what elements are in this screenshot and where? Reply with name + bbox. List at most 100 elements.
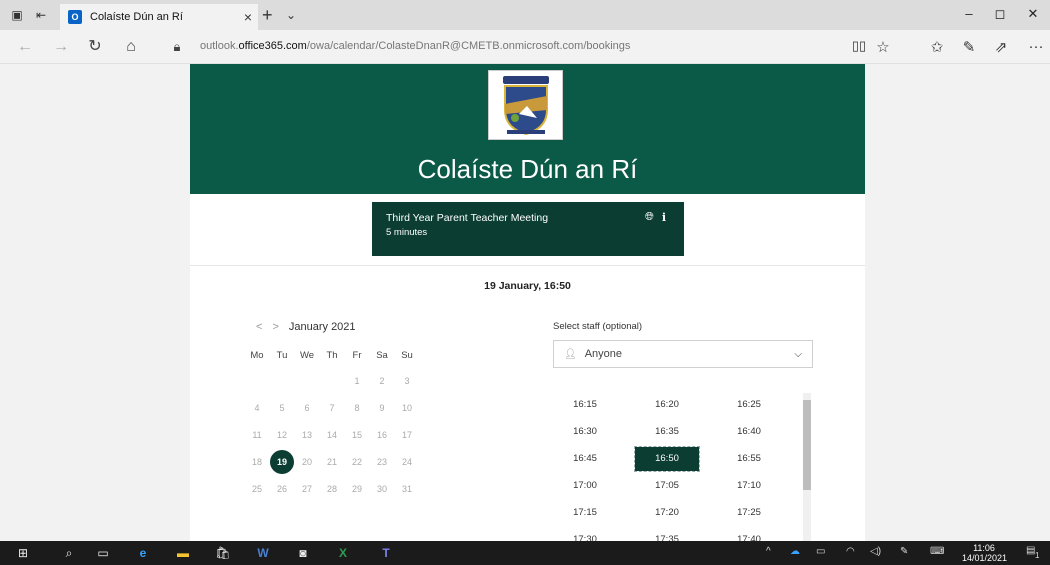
forward-icon[interactable]: → bbox=[50, 38, 72, 56]
time-slot[interactable]: 16:20 bbox=[635, 393, 699, 417]
time-slot[interactable]: 16:40 bbox=[717, 420, 781, 444]
calendar-day[interactable]: 11 bbox=[245, 423, 269, 447]
windows-start-icon[interactable]: ⊞ bbox=[12, 544, 34, 562]
time-slot[interactable]: 16:55 bbox=[717, 447, 781, 471]
next-month-icon[interactable]: > bbox=[272, 321, 278, 333]
time-slot[interactable]: 17:10 bbox=[717, 474, 781, 498]
calendar-day[interactable]: 1 bbox=[345, 369, 369, 393]
prev-month-icon[interactable]: < bbox=[256, 321, 262, 333]
time-slot[interactable]: 17:30 bbox=[553, 528, 617, 541]
url-field[interactable]: outlook.office365.com/owa/calendar/Colas… bbox=[200, 40, 630, 52]
excel-icon[interactable]: X bbox=[332, 544, 354, 562]
calendar-day[interactable]: 31 bbox=[395, 477, 419, 501]
info-icon[interactable]: i bbox=[662, 211, 666, 224]
service-duration: 5 minutes bbox=[386, 227, 428, 238]
teams-icon[interactable]: T bbox=[375, 544, 397, 562]
close-tab-icon[interactable]: × bbox=[238, 9, 258, 25]
calendar-day[interactable]: 7 bbox=[320, 396, 344, 420]
calendar-day[interactable]: 22 bbox=[345, 450, 369, 474]
tab-aside-icon[interactable]: ⇤ bbox=[34, 8, 48, 22]
time-slot-selected[interactable]: 16:50 bbox=[634, 446, 700, 472]
calendar-day[interactable]: 25 bbox=[245, 477, 269, 501]
camera-icon[interactable]: ◙ bbox=[292, 544, 314, 562]
calendar-day[interactable]: 4 bbox=[245, 396, 269, 420]
time-slot[interactable]: 16:45 bbox=[553, 447, 617, 471]
home-icon[interactable]: ⌂ bbox=[120, 38, 142, 56]
refresh-icon[interactable]: ↻ bbox=[84, 38, 106, 56]
time-slot[interactable]: 17:15 bbox=[553, 501, 617, 525]
calendar-day[interactable]: 23 bbox=[370, 450, 394, 474]
tab-actions-icon[interactable]: ▣ bbox=[10, 8, 24, 22]
pen-notes-icon[interactable]: ✎ bbox=[958, 38, 980, 56]
tab-list-chevron-icon[interactable]: ⌄ bbox=[286, 8, 296, 22]
calendar-day[interactable]: 6 bbox=[295, 396, 319, 420]
keyboard-icon[interactable]: ⌨ bbox=[930, 546, 944, 557]
calendar-day[interactable]: 9 bbox=[370, 396, 394, 420]
calendar-day-selected[interactable]: 19 bbox=[270, 450, 294, 474]
calendar-day[interactable]: 26 bbox=[270, 477, 294, 501]
calendar-day[interactable]: 2 bbox=[370, 369, 394, 393]
search-icon[interactable]: ⌕ bbox=[58, 544, 80, 562]
task-view-icon[interactable]: ▭ bbox=[92, 544, 114, 562]
calendar-day[interactable]: 10 bbox=[395, 396, 419, 420]
time-slot[interactable]: 17:05 bbox=[635, 474, 699, 498]
month-navigator: < > January 2021 bbox=[256, 321, 356, 333]
calendar-day[interactable]: 16 bbox=[370, 423, 394, 447]
slots-scrollbar-thumb[interactable] bbox=[803, 400, 811, 490]
wifi-icon[interactable]: ◠ bbox=[846, 546, 855, 557]
reading-view-icon[interactable]: ▯▯ bbox=[848, 38, 870, 54]
service-card[interactable]: Third Year Parent Teacher Meeting 5 minu… bbox=[372, 202, 684, 256]
edge-icon[interactable]: e bbox=[132, 544, 154, 562]
more-menu-icon[interactable]: ··· bbox=[1025, 38, 1047, 55]
calendar-day[interactable]: 29 bbox=[345, 477, 369, 501]
staff-select[interactable]: 👤︎ Anyone ⌵ bbox=[553, 340, 813, 368]
time-slot[interactable]: 16:35 bbox=[635, 420, 699, 444]
maximize-icon[interactable]: ◻ bbox=[985, 6, 1015, 22]
new-tab-icon[interactable]: + bbox=[262, 5, 273, 26]
staff-value: Anyone bbox=[584, 348, 623, 360]
word-icon[interactable]: W bbox=[252, 544, 274, 562]
time-slot[interactable]: 17:40 bbox=[717, 528, 781, 541]
time-slot[interactable]: 17:20 bbox=[635, 501, 699, 525]
back-icon[interactable]: ← bbox=[14, 38, 36, 56]
calendar-day[interactable]: 5 bbox=[270, 396, 294, 420]
show-hidden-icons-icon[interactable]: ^ bbox=[766, 546, 771, 557]
calendar-day[interactable]: 13 bbox=[295, 423, 319, 447]
calendar-day[interactable]: 17 bbox=[395, 423, 419, 447]
weekday-header: Fr bbox=[352, 350, 362, 361]
taskbar-clock[interactable]: 11:06 14/01/2021 bbox=[962, 543, 1007, 563]
store-icon[interactable]: 🛍︎ bbox=[212, 544, 234, 562]
calendar-day[interactable]: 12 bbox=[270, 423, 294, 447]
calendar-day[interactable]: 3 bbox=[395, 369, 419, 393]
calendar-day[interactable]: 27 bbox=[295, 477, 319, 501]
time-slot[interactable]: 17:25 bbox=[717, 501, 781, 525]
share-icon[interactable]: ⇗ bbox=[990, 38, 1012, 56]
calendar-day[interactable]: 20 bbox=[295, 450, 319, 474]
pen-workspace-icon[interactable]: ✎ bbox=[900, 546, 908, 557]
calendar-day[interactable]: 15 bbox=[345, 423, 369, 447]
calendar-day[interactable]: 8 bbox=[345, 396, 369, 420]
calendar-day[interactable]: 14 bbox=[320, 423, 344, 447]
lock-icon[interactable]: 🔒︎ bbox=[166, 38, 188, 56]
browser-tab[interactable]: O Colaíste Dún an Rí × bbox=[60, 4, 258, 30]
volume-icon[interactable]: ◁) bbox=[870, 546, 881, 557]
file-explorer-icon[interactable]: ▬ bbox=[172, 544, 194, 562]
time-slot[interactable]: 17:35 bbox=[635, 528, 699, 541]
globe-icon[interactable]: 🌐︎ bbox=[645, 211, 654, 224]
time-slot[interactable]: 16:25 bbox=[717, 393, 781, 417]
person-icon: 👤︎ bbox=[564, 348, 577, 360]
time-slot[interactable]: 16:15 bbox=[553, 393, 617, 417]
favorites-list-icon[interactable]: ✩ bbox=[926, 38, 948, 56]
calendar-day[interactable]: 30 bbox=[370, 477, 394, 501]
close-window-icon[interactable]: ✕ bbox=[1018, 6, 1048, 22]
onedrive-icon[interactable]: ☁ bbox=[790, 546, 800, 557]
calendar-day[interactable]: 24 bbox=[395, 450, 419, 474]
time-slot[interactable]: 17:00 bbox=[553, 474, 617, 498]
calendar-day[interactable]: 21 bbox=[320, 450, 344, 474]
minimize-icon[interactable]: – bbox=[954, 6, 984, 21]
favorite-star-icon[interactable]: ☆ bbox=[872, 38, 894, 56]
calendar-day[interactable]: 18 bbox=[245, 450, 269, 474]
time-slot[interactable]: 16:30 bbox=[553, 420, 617, 444]
battery-icon[interactable]: ▭ bbox=[816, 546, 825, 557]
calendar-day[interactable]: 28 bbox=[320, 477, 344, 501]
